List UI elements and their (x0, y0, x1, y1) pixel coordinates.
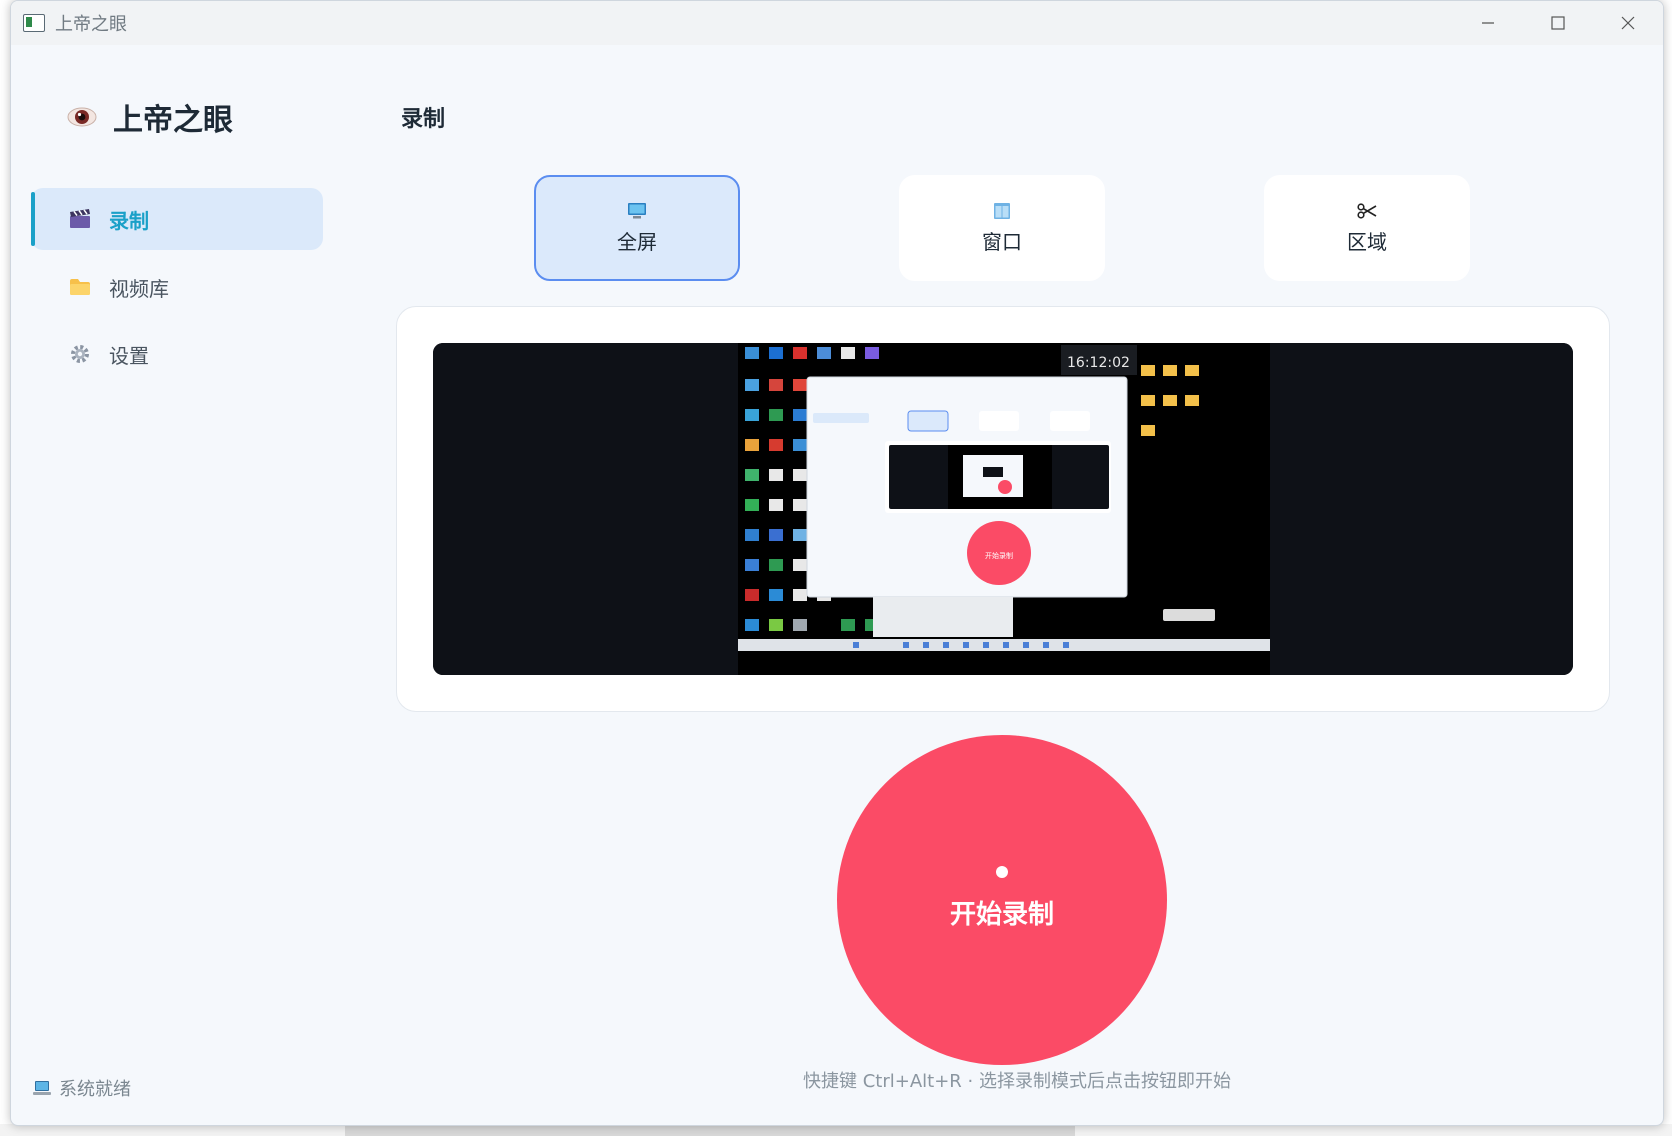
title-bar[interactable]: 上帝之眼 (11, 1, 1663, 45)
preview-card: 16:12:02 开始录制 (396, 306, 1610, 712)
sidebar-item-settings[interactable]: 设置 (31, 323, 323, 385)
minimize-button[interactable] (1453, 1, 1523, 45)
mode-fullscreen-button[interactable]: 全屏 (534, 175, 740, 281)
minimize-icon (1482, 22, 1494, 24)
app-logo: 上帝之眼 (67, 95, 233, 139)
start-record-button[interactable]: 开始录制 (837, 735, 1167, 1065)
clapperboard-icon (69, 208, 91, 230)
eye-icon (67, 107, 97, 127)
window-title: 上帝之眼 (55, 14, 127, 35)
scissors-icon (1357, 202, 1377, 220)
sidebar-item-label: 录制 (109, 208, 149, 233)
sidebar-item-video-library[interactable]: 视频库 (31, 256, 323, 318)
mode-region-button[interactable]: 区域 (1264, 175, 1470, 281)
mode-label: 窗口 (982, 229, 1022, 254)
app-window: 上帝之眼 上帝之眼 录制 视频库 设置 系统就绪 录制 全屏 窗口 区域 16:… (10, 0, 1664, 1126)
shortcut-hint: 快捷键 Ctrl+Alt+R · 选择录制模式后点击按钮即开始 (803, 1071, 1231, 1092)
sidebar-item-label: 视频库 (109, 276, 169, 301)
close-icon (1621, 16, 1635, 30)
window-icon (993, 202, 1011, 220)
screen-preview-thumbnail: 16:12:02 开始录制 (433, 343, 1573, 675)
screen-preview: 16:12:02 开始录制 (433, 343, 1573, 675)
app-name: 上帝之眼 (113, 103, 233, 138)
maximize-icon (1551, 16, 1565, 30)
mode-label: 全屏 (617, 229, 657, 254)
mode-window-button[interactable]: 窗口 (899, 175, 1105, 281)
preview-nested-record-label: 开始录制 (985, 551, 1013, 560)
preview-clock: 16:12:02 (1067, 355, 1130, 371)
gear-icon (69, 343, 91, 365)
close-button[interactable] (1593, 1, 1663, 45)
desktop-edge-left (0, 0, 10, 1136)
window-controls (1453, 1, 1663, 45)
sidebar-item-label: 设置 (109, 343, 149, 368)
folder-icon (69, 276, 91, 298)
page-title: 录制 (401, 107, 446, 132)
sidebar-item-record[interactable]: 录制 (31, 188, 323, 250)
mode-label: 区域 (1347, 229, 1387, 254)
monitor-icon (627, 202, 647, 220)
app-window-icon (23, 14, 45, 32)
maximize-button[interactable] (1523, 1, 1593, 45)
record-dot-icon (996, 865, 1008, 878)
start-record-label: 开始录制 (949, 899, 1054, 930)
